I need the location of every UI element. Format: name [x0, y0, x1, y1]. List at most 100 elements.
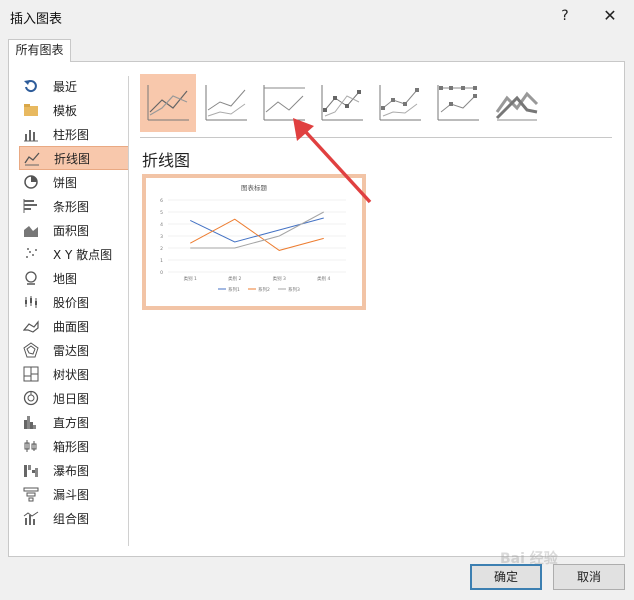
percent-line-markers-subtype-icon: [437, 85, 479, 121]
stacked-line-markers-subtype-icon: [379, 85, 421, 121]
radar-chart-icon: [23, 342, 39, 358]
tab-all-charts[interactable]: 所有图表: [8, 39, 71, 62]
sidebar-item-line-chart[interactable]: 折线图: [19, 146, 129, 170]
sidebar-item-folder[interactable]: 模板: [19, 98, 129, 122]
percent-line-subtype-icon: [263, 85, 305, 121]
sidebar-item-column-chart[interactable]: 柱形图: [19, 122, 129, 146]
sidebar-item-area-chart[interactable]: 面积图: [19, 218, 129, 242]
chart-type-sidebar: 最近模板柱形图折线图饼图条形图面积图 X Y 散点图 地图股价图曲面图雷达图树状图旭…: [19, 74, 129, 530]
thumb-separator: [140, 137, 612, 138]
sidebar-item-stock-chart[interactable]: 股价图: [19, 290, 129, 314]
subtype-3d-line-thumb[interactable]: [488, 74, 544, 132]
sidebar-item-recent[interactable]: 最近: [19, 74, 129, 98]
stacked-line-subtype-icon: [205, 85, 247, 121]
subtype-line-thumb[interactable]: [140, 74, 196, 132]
preview-chart-svg: 图表标题 0 1 2 3 4 5 6 类别 1 类别 2 类别 3 类别 4 系列1 系列2 系列3: [160, 183, 346, 293]
sidebar-item-label: 曲面图: [53, 319, 90, 334]
treemap-chart-icon: [23, 366, 39, 382]
preview-ytick: 0: [160, 270, 163, 276]
sidebar-item-bar-chart[interactable]: 条形图: [19, 194, 129, 218]
sidebar-item-label: 条形图: [53, 199, 90, 214]
3d-line-subtype-icon: [495, 91, 539, 121]
line-chart-icon: [24, 150, 40, 166]
preview-legend-label: 系列3: [288, 286, 300, 293]
sidebar-item-label: 饼图: [53, 175, 78, 190]
histogram-chart-icon: [23, 414, 39, 430]
folder-icon: [23, 102, 39, 118]
subtype-percent-line-markers-thumb[interactable]: [430, 74, 486, 132]
sidebar-item-combo-chart[interactable]: 组合图: [19, 506, 129, 530]
preview-ytick: 4: [160, 222, 163, 228]
recent-icon: [23, 78, 39, 94]
line-subtype-icon: [147, 85, 189, 121]
map-chart-icon: [23, 270, 39, 286]
sidebar-item-label: 组合图: [53, 511, 90, 526]
surface-chart-icon: [23, 318, 39, 334]
sidebar-item-label: 旭日图: [53, 391, 90, 406]
sunburst-chart-icon: [23, 390, 39, 406]
close-button[interactable]: ✕: [598, 4, 622, 28]
sidebar-item-label: 雷达图: [53, 343, 90, 358]
preview-xtick: 类别 3: [273, 275, 286, 282]
preview-legend-label: 系列1: [228, 286, 240, 293]
preview-xtick: 类别 2: [228, 275, 241, 282]
subtype-line-markers-thumb[interactable]: [314, 74, 370, 132]
sidebar-item-box-chart[interactable]: 箱形图: [19, 434, 129, 458]
cancel-button[interactable]: 取消: [553, 564, 625, 590]
ok-button[interactable]: 确定: [470, 564, 542, 590]
sidebar-item-sunburst-chart[interactable]: 旭日图: [19, 386, 129, 410]
sidebar-item-label: 直方图: [53, 415, 90, 430]
subtype-stacked-line-thumb[interactable]: [198, 74, 254, 132]
preview-ytick: 2: [160, 246, 163, 252]
preview-xtick: 类别 1: [184, 275, 197, 282]
preview-series-line-1: [190, 217, 324, 243]
sidebar-item-label: 折线图: [54, 151, 91, 166]
preview-legend-label: 系列2: [258, 286, 270, 293]
scatter-chart-icon: [23, 246, 39, 262]
pie-chart-icon: [23, 174, 39, 190]
chart-panel: 最近模板柱形图折线图饼图条形图面积图 X Y 散点图 地图股价图曲面图雷达图树状图旭…: [8, 61, 625, 557]
subtype-percent-line-thumb[interactable]: [256, 74, 312, 132]
line-markers-subtype-icon: [321, 85, 363, 121]
waterfall-chart-icon: [23, 462, 39, 478]
chart-preview[interactable]: 图表标题 0 1 2 3 4 5 6 类别 1 类别 2 类别 3 类别 4 系列1 系列2 系列3: [142, 174, 366, 310]
sidebar-item-scatter-chart[interactable]: X Y 散点图: [19, 242, 129, 266]
sidebar-item-label: 柱形图: [53, 127, 90, 142]
title-bar: 插入图表 ? ✕: [0, 0, 634, 32]
chart-type-title: 折线图: [142, 151, 191, 170]
dialog-title: 插入图表: [10, 12, 63, 27]
sidebar-item-map-chart[interactable]: 地图: [19, 266, 129, 290]
sidebar-item-treemap-chart[interactable]: 树状图: [19, 362, 129, 386]
help-button[interactable]: ?: [553, 4, 577, 28]
preview-ytick: 3: [160, 234, 163, 240]
sidebar-item-label: 地图: [53, 271, 78, 286]
sidebar-item-surface-chart[interactable]: 曲面图: [19, 314, 129, 338]
bar-chart-icon: [23, 198, 39, 214]
sidebar-item-waterfall-chart[interactable]: 瀑布图: [19, 458, 129, 482]
sidebar-item-label: 模板: [53, 103, 78, 118]
sidebar-item-label: 箱形图: [53, 439, 90, 454]
preview-xtick: 类别 4: [317, 275, 330, 282]
sidebar-item-label: 最近: [53, 79, 78, 94]
area-chart-icon: [23, 222, 39, 238]
sidebar-item-label: 面积图: [53, 223, 90, 238]
sidebar-item-label: X Y 散点图: [53, 247, 113, 262]
sidebar-item-pie-chart[interactable]: 饼图: [19, 170, 129, 194]
sidebar-item-label: 漏斗图: [53, 487, 90, 502]
funnel-chart-icon: [23, 486, 39, 502]
stock-chart-icon: [23, 294, 39, 310]
sidebar-item-histogram-chart[interactable]: 直方图: [19, 410, 129, 434]
sidebar-item-radar-chart[interactable]: 雷达图: [19, 338, 129, 362]
preview-chart-title: 图表标题: [241, 183, 268, 192]
sidebar-item-label: 树状图: [53, 367, 90, 382]
preview-ytick: 6: [160, 198, 163, 204]
preview-ytick: 1: [160, 258, 163, 264]
sidebar-divider: [128, 76, 129, 546]
column-chart-icon: [23, 126, 39, 142]
sidebar-item-label: 瀑布图: [53, 463, 90, 478]
sidebar-item-funnel-chart[interactable]: 漏斗图: [19, 482, 129, 506]
preview-ytick: 5: [160, 210, 163, 216]
box-chart-icon: [23, 438, 39, 454]
subtype-stacked-line-markers-thumb[interactable]: [372, 74, 428, 132]
sidebar-item-label: 股价图: [53, 295, 90, 310]
